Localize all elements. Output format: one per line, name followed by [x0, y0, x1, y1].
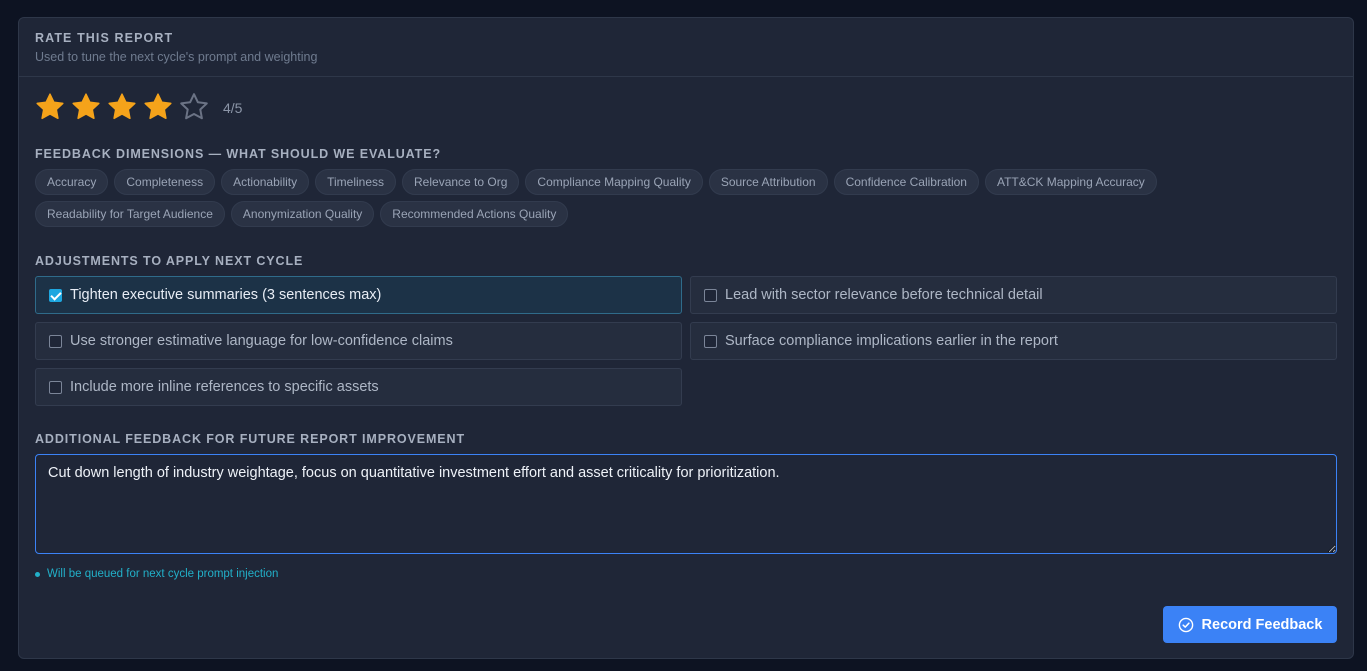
dimension-chip[interactable]: Completeness — [114, 169, 216, 195]
dimension-chip[interactable]: Relevance to Org — [402, 169, 520, 195]
dimensions-label: FEEDBACK DIMENSIONS — WHAT SHOULD WE EVA… — [35, 147, 441, 161]
star-1-icon[interactable] — [35, 92, 71, 124]
dimension-chip[interactable]: Readability for Target Audience — [35, 201, 225, 227]
status-dot-icon — [35, 571, 40, 577]
rating-value: 4/5 — [223, 100, 243, 116]
record-feedback-label: Record Feedback — [1201, 616, 1323, 633]
additional-feedback-textarea[interactable] — [35, 454, 1337, 554]
card-title: RATE THIS REPORT — [35, 31, 174, 45]
adjustment-label: Lead with sector relevance before techni… — [725, 287, 1043, 303]
dimension-chip[interactable]: Source Attribution — [708, 169, 828, 195]
star-4-icon[interactable] — [143, 92, 179, 124]
dimension-chip[interactable]: Recommended Actions Quality — [380, 201, 569, 227]
record-feedback-button[interactable]: Record Feedback — [1163, 606, 1337, 643]
dimension-chip[interactable]: Confidence Calibration — [833, 169, 979, 195]
star-3-icon[interactable] — [107, 92, 143, 124]
dimension-chips: Accuracy Completeness Actionability Timelin… — [35, 169, 1335, 227]
adjustments-label: ADJUSTMENTS TO APPLY NEXT CYCLE — [35, 254, 304, 268]
star-5-icon[interactable] — [179, 92, 215, 124]
queue-status-text: Will be queued for next cycle prompt inj… — [47, 568, 279, 580]
rate-report-card: RATE THIS REPORT Used to tune the next c… — [18, 17, 1354, 659]
card-header: RATE THIS REPORT Used to tune the next c… — [19, 18, 1353, 77]
adjustment-option[interactable]: Surface compliance implications earlier … — [690, 322, 1337, 360]
dimension-chip[interactable]: Accuracy — [35, 169, 109, 195]
dimension-chip[interactable]: Anonymization Quality — [230, 201, 375, 227]
checkbox[interactable] — [704, 288, 717, 302]
adjustment-label: Use stronger estimative language for low… — [70, 333, 453, 349]
adjustment-option[interactable]: Include more inline references to specif… — [35, 368, 682, 406]
queue-status: Will be queued for next cycle prompt inj… — [35, 568, 278, 580]
check-circle-icon — [1178, 617, 1194, 633]
additional-feedback-label: ADDITIONAL FEEDBACK FOR FUTURE REPORT IM… — [35, 432, 465, 446]
checkbox-checked[interactable] — [49, 288, 62, 302]
adjustments-grid: Tighten executive summaries (3 sentences… — [35, 276, 1337, 406]
dimension-chip[interactable]: ATT&CK Mapping Accuracy — [984, 169, 1157, 195]
adjustment-label: Tighten executive summaries (3 sentences… — [70, 287, 382, 303]
dimension-chip[interactable]: Actionability — [221, 169, 310, 195]
adjustment-option[interactable]: Use stronger estimative language for low… — [35, 322, 682, 360]
dimension-chip[interactable]: Timeliness — [315, 169, 397, 195]
card-subtitle: Used to tune the next cycle's prompt and… — [35, 50, 318, 64]
adjustment-label: Surface compliance implications earlier … — [725, 333, 1058, 349]
adjustment-label: Include more inline references to specif… — [70, 379, 379, 395]
star-2-icon[interactable] — [71, 92, 107, 124]
feedback-textarea-wrap — [35, 454, 1337, 554]
adjustment-option[interactable]: Tighten executive summaries (3 sentences… — [35, 276, 682, 314]
adjustment-option[interactable]: Lead with sector relevance before techni… — [690, 276, 1337, 314]
checkbox[interactable] — [49, 380, 62, 394]
star-rating: 4/5 — [35, 92, 242, 124]
checkbox[interactable] — [704, 334, 717, 348]
checkbox[interactable] — [49, 334, 62, 348]
dimension-chip[interactable]: Compliance Mapping Quality — [525, 169, 703, 195]
